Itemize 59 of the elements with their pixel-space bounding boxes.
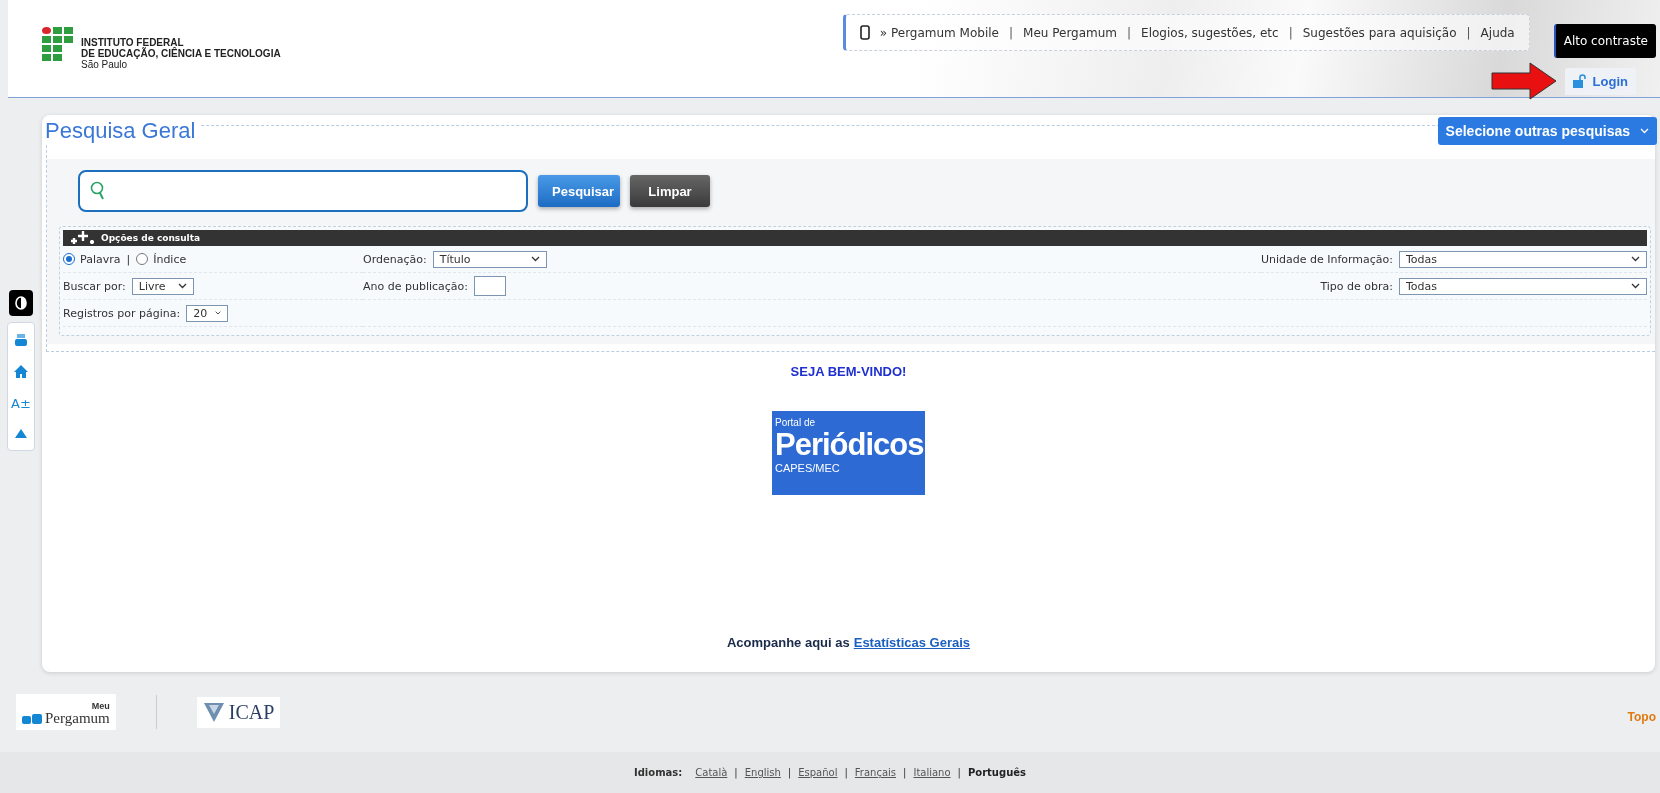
plus-icon [69,231,97,245]
top-link[interactable]: » Pergamum Mobile [879,25,999,40]
mobile-phone-icon [859,25,870,40]
top-link[interactable]: Elogios, sugestões, etc [1141,25,1279,40]
clear-button[interactable]: Limpar [630,175,710,207]
icap-logo[interactable]: ICAP [196,696,281,728]
home-icon[interactable] [14,365,28,378]
stats-link[interactable]: Estatísticas Gerais [853,635,971,650]
separator: | [1288,25,1293,40]
caret-icon [530,256,540,262]
search-icon [90,181,106,201]
padlock-icon [1572,74,1587,88]
options-header: Opções de consulta [63,230,1647,246]
year-field[interactable] [474,276,507,296]
select-field[interactable]: 20 [186,304,229,322]
radio-option[interactable]: Palavra [63,252,121,266]
language-link[interactable]: Español [798,767,838,778]
high-contrast-button[interactable]: Alto contraste [1553,24,1656,58]
select-field[interactable]: Todas [1399,250,1647,268]
caret-icon [1631,283,1640,289]
select-field[interactable]: Todas [1399,277,1647,295]
pergamum-logo[interactable]: Meu Pergamum [16,694,116,730]
top-link[interactable]: Meu Pergamum [1023,25,1118,40]
field-label: Registros por página: [63,306,181,320]
caret-icon [1640,128,1649,134]
arrow-icon [1490,62,1557,100]
language-link[interactable]: Français [854,767,897,778]
stats-text: Acompanhe aqui as [726,635,850,650]
top-link[interactable]: Ajuda [1480,25,1515,40]
language-link[interactable]: Italiano [913,767,951,778]
field-label: Tipo de obra: [1320,279,1393,293]
field-label: Buscar por: [63,279,126,293]
font-size-button[interactable]: A± [11,396,31,411]
search-button[interactable]: Pesquisar [538,175,620,207]
login-button[interactable]: Login [1564,67,1636,95]
field-label: Ordenação: [363,252,427,266]
caret-icon [215,310,222,316]
language-link[interactable]: Português [967,767,1026,778]
search-field[interactable] [78,170,528,212]
caret-icon [1631,256,1640,262]
other-searches-dropdown[interactable]: Selecione outras pesquisas [1437,117,1657,145]
select-field[interactable]: Livre [131,277,194,295]
periodicals-banner[interactable]: Portal de Periódicos CAPES/MEC [772,411,925,495]
caret-icon [177,283,187,289]
select-field[interactable]: Título [432,250,547,268]
separator: | [1127,25,1132,40]
field-label: Unidade de Informação: [1260,252,1393,266]
separator: | [1466,25,1471,40]
up-arrow-icon[interactable] [15,429,27,438]
language-link[interactable]: English [744,767,781,778]
contrast-icon[interactable] [9,290,33,316]
language-link[interactable]: Català [695,767,728,778]
radio-option[interactable]: Índice [136,252,187,266]
language-bar: Idiomas: Català | English | Español | Français | Italiano | Português [0,752,1660,793]
field-label: Ano de publicação: [363,279,469,293]
top-link[interactable]: Sugestões para aquisição [1302,25,1457,40]
welcome-heading: SEJA BEM-VINDO! [790,364,907,379]
separator: | [126,252,131,266]
separator: | [1009,25,1014,40]
